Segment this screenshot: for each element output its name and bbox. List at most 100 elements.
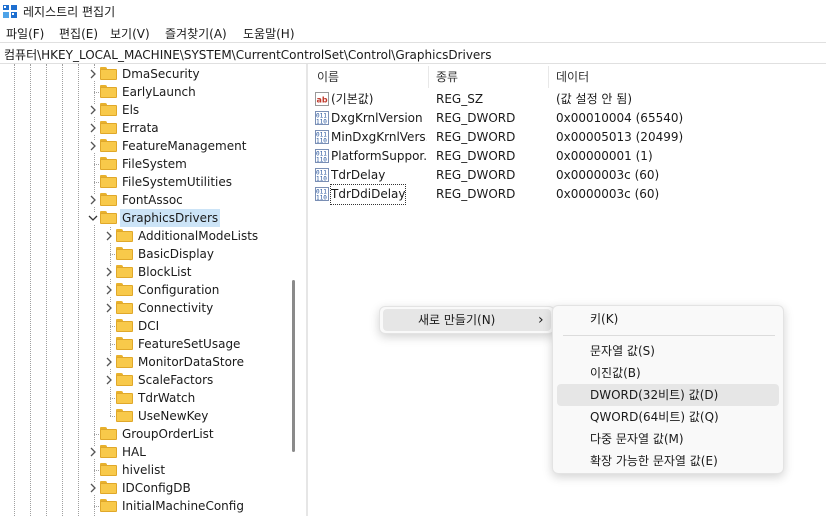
tree-item-label: EarlyLaunch — [122, 85, 196, 99]
value-row[interactable]: 011 110 TdrDelay REG_DWORD 0x0000003c (60) — [309, 166, 826, 185]
folder-icon — [116, 229, 133, 242]
svg-text:110: 110 — [316, 157, 327, 164]
menu-item-key[interactable]: 키(K) — [557, 308, 779, 330]
menu-view[interactable]: 보기(V) — [110, 25, 150, 42]
column-header-type[interactable]: 종류 — [436, 68, 458, 85]
tree-item-label: GroupOrderList — [122, 427, 214, 441]
menu-file[interactable]: 파일(F) — [6, 25, 44, 42]
tree-item[interactable]: FontAssoc — [88, 191, 300, 209]
column-header-data[interactable]: 데이터 — [556, 68, 589, 85]
column-divider[interactable] — [548, 66, 549, 88]
tree-item[interactable]: AdditionalModeLists — [104, 227, 300, 245]
value-name[interactable]: MinDxgKrnlVers... — [331, 128, 427, 147]
tree-item[interactable]: ScaleFactors — [104, 371, 300, 389]
menu-favorites[interactable]: 즐겨찾기(A) — [165, 25, 227, 42]
tree-item[interactable]: BlockList — [104, 263, 300, 281]
tree-item[interactable]: FileSystemUtilities — [88, 173, 300, 191]
menu-item-binary-value[interactable]: 이진값(B) — [557, 362, 779, 384]
chevron-right-icon[interactable] — [88, 140, 98, 152]
folder-icon — [116, 337, 133, 350]
chevron-right-icon[interactable] — [88, 482, 98, 494]
tree-item[interactable]: HAL — [88, 443, 300, 461]
menu-item-multi-string-value[interactable]: 다중 문자열 값(M) — [557, 428, 779, 450]
tree-item[interactable]: Els — [88, 101, 300, 119]
value-row[interactable]: 011 110 TdrDdiDelay REG_DWORD 0x0000003c (60… — [309, 184, 826, 205]
chevron-right-icon[interactable] — [104, 374, 114, 386]
value-data: 0x00000001 (1) — [556, 149, 653, 163]
tree-item-label: FeatureManagement — [122, 139, 247, 153]
tree-item[interactable]: FileSystem — [88, 155, 300, 173]
value-name[interactable]: DxgKrnlVersion — [331, 109, 423, 128]
value-row[interactable]: ab (기본값) REG_SZ (값 설정 안 됨) — [309, 90, 826, 109]
menu-item-qword-value[interactable]: QWORD(64비트) 값(Q) — [557, 406, 779, 428]
chevron-right-icon[interactable] — [88, 104, 98, 116]
value-name[interactable]: (기본값) — [331, 90, 373, 109]
menu-item-dword-value[interactable]: DWORD(32비트) 값(D) — [557, 384, 779, 406]
value-row[interactable]: 011 110 PlatformSuppor... REG_DWORD 0x000000… — [309, 147, 826, 166]
menu-item-multi-string-value-label: 다중 문자열 값(M) — [590, 432, 684, 446]
chevron-right-icon[interactable] — [104, 356, 114, 368]
tree-item-label: DCI — [138, 319, 160, 333]
folder-icon — [100, 103, 117, 116]
value-name[interactable]: PlatformSuppor... — [331, 147, 427, 166]
menu-item-string-value[interactable]: 문자열 값(S) — [557, 340, 779, 362]
value-row[interactable]: 011 110 MinDxgKrnlVers... REG_DWORD 0x000050… — [309, 128, 826, 147]
tree-item[interactable]: BasicDisplay — [104, 245, 300, 263]
chevron-right-icon[interactable] — [88, 122, 98, 134]
address-path[interactable]: 컴퓨터\HKEY_LOCAL_MACHINE\SYSTEM\CurrentCon… — [4, 46, 492, 63]
chevron-right-icon[interactable] — [88, 68, 98, 80]
menu-item-new[interactable]: 새로 만들기(N) › — [383, 309, 551, 331]
pane-splitter[interactable] — [306, 64, 308, 516]
address-bar[interactable]: 컴퓨터\HKEY_LOCAL_MACHINE\SYSTEM\CurrentCon… — [0, 42, 826, 64]
title-bar: 레지스트리 편집기 — [0, 0, 826, 22]
chevron-right-icon[interactable] — [88, 194, 98, 206]
chevron-right-icon[interactable] — [104, 266, 114, 278]
menu-item-string-value-label: 문자열 값(S) — [590, 344, 655, 358]
menu-edit[interactable]: 편집(E) — [59, 25, 98, 42]
folder-icon — [116, 409, 133, 422]
tree-item-label: Configuration — [138, 283, 220, 297]
key-tree[interactable]: DmaSecurity EarlyLaunch Els Errata FeatureMa… — [0, 64, 302, 516]
tree-item[interactable]: IDConfigDB — [88, 479, 300, 497]
tree-item[interactable]: Connectivity — [104, 299, 300, 317]
tree-guide-line — [78, 64, 79, 516]
value-name[interactable]: TdrDelay — [331, 166, 385, 185]
value-name[interactable]: TdrDdiDelay — [329, 184, 407, 205]
tree-item[interactable]: GraphicsDrivers — [88, 209, 300, 227]
value-row[interactable]: 011 110 DxgKrnlVersion REG_DWORD 0x00010004 … — [309, 109, 826, 128]
tree-item[interactable]: Errata — [88, 119, 300, 137]
tree-item[interactable]: TdrWatch — [104, 389, 300, 407]
registry-editor-icon — [3, 5, 17, 18]
tree-item[interactable]: InitialMachineConfig — [88, 497, 300, 515]
menu-item-qword-value-label: QWORD(64비트) 값(Q) — [590, 410, 719, 424]
tree-scrollbar-thumb[interactable] — [292, 280, 295, 452]
folder-icon — [100, 427, 117, 440]
menu-help[interactable]: 도움말(H) — [243, 25, 295, 42]
tree-item-label: IDConfigDB — [122, 481, 191, 495]
tree-item[interactable]: Configuration — [104, 281, 300, 299]
tree-item-label: Els — [122, 103, 140, 117]
tree-item[interactable]: UseNewKey — [104, 407, 300, 425]
column-header-name[interactable]: 이름 — [317, 68, 339, 85]
menu-item-dword-value-label: DWORD(32비트) 값(D) — [590, 388, 719, 402]
binary-value-icon: 011 110 — [315, 130, 329, 145]
folder-icon — [116, 283, 133, 296]
tree-item[interactable]: DmaSecurity — [88, 65, 300, 83]
chevron-right-icon[interactable] — [104, 284, 114, 296]
folder-icon — [116, 301, 133, 314]
menu-item-expandable-string-value[interactable]: 확장 가능한 문자열 값(E) — [557, 450, 779, 472]
chevron-right-icon[interactable] — [104, 230, 114, 242]
tree-item[interactable]: FeatureSetUsage — [104, 335, 300, 353]
menu-bar: 파일(F) 편집(E) 보기(V) 즐겨찾기(A) 도움말(H) — [0, 22, 826, 42]
tree-item[interactable]: EarlyLaunch — [88, 83, 300, 101]
tree-item[interactable]: GroupOrderList — [88, 425, 300, 443]
chevron-right-icon[interactable] — [88, 446, 98, 458]
tree-item[interactable]: DCI — [104, 317, 300, 335]
column-divider[interactable] — [428, 66, 429, 88]
chevron-right-icon[interactable] — [104, 302, 114, 314]
tree-item[interactable]: MonitorDataStore — [104, 353, 300, 371]
chevron-down-icon[interactable] — [88, 212, 98, 224]
tree-item[interactable]: hivelist — [88, 461, 300, 479]
svg-text:ab: ab — [317, 96, 328, 105]
tree-item[interactable]: FeatureManagement — [88, 137, 300, 155]
